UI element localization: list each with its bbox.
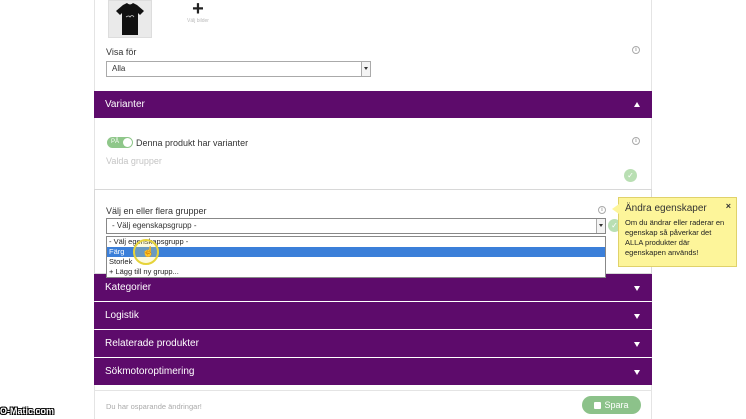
tooltip-title: Ändra egenskaper xyxy=(625,203,707,214)
section-varianter[interactable]: Varianter xyxy=(94,91,652,118)
product-image-thumbnail[interactable] xyxy=(108,0,152,38)
footer-divider xyxy=(94,390,652,391)
tshirt-icon xyxy=(116,3,144,35)
info-icon[interactable]: i xyxy=(632,46,640,54)
section-title: Logistik xyxy=(105,310,139,321)
visa-for-value: Alla xyxy=(112,64,126,73)
add-image-label: Välj bilder xyxy=(187,18,209,24)
selected-groups-label: Valda grupper xyxy=(106,156,162,166)
variants-toggle[interactable]: PÅ xyxy=(107,137,133,148)
unsaved-changes-text: Du har osparande ändringar! xyxy=(106,402,202,411)
section-relaterade-produkter[interactable]: Relaterade produkter xyxy=(94,330,652,357)
chevron-down-icon xyxy=(634,341,640,347)
chevron-down-icon xyxy=(634,313,640,319)
info-icon[interactable]: i xyxy=(598,206,606,214)
chevron-down-icon xyxy=(596,219,605,233)
save-button[interactable]: Spara xyxy=(582,396,641,414)
toggle-state: PÅ xyxy=(111,139,120,145)
chevron-down-icon xyxy=(634,285,640,291)
watermark: O-Matic.com xyxy=(0,406,55,416)
dropdown-option[interactable]: Storlek xyxy=(107,257,605,267)
toggle-knob xyxy=(123,138,132,147)
section-sokmotoroptimering[interactable]: Sökmotoroptimering xyxy=(94,358,652,385)
visa-for-label: Visa för xyxy=(106,47,137,57)
section-title: Kategorier xyxy=(105,282,152,293)
chevron-up-icon xyxy=(634,101,640,107)
dropdown-option[interactable]: + Lägg till ny grupp... xyxy=(107,267,605,277)
section-title: Relaterade produkter xyxy=(105,338,199,349)
hand-cursor-icon: ☝ xyxy=(142,247,155,258)
info-icon[interactable]: i xyxy=(632,137,640,145)
change-properties-tooltip: × Ändra egenskaper Om du ändrar eller ra… xyxy=(612,197,737,267)
tooltip-body: Om du ändrar eller raderar en egenskap s… xyxy=(625,218,725,257)
section-logistik[interactable]: Logistik xyxy=(94,302,652,329)
check-icon: ✓ xyxy=(624,169,637,182)
add-image-button[interactable]: + Välj bilder xyxy=(180,0,216,34)
dropdown-option-highlighted[interactable]: Färg xyxy=(107,247,605,257)
chevron-down-icon xyxy=(634,369,640,375)
group-dropdown-list: - Välj egenskapsgrupp - Färg Storlek + L… xyxy=(106,236,606,278)
dropdown-option[interactable]: - Välj egenskapsgrupp - xyxy=(107,237,605,247)
variants-toggle-label: Denna produkt har varianter xyxy=(136,138,249,148)
close-icon[interactable]: × xyxy=(726,201,731,211)
section-kategorier[interactable]: Kategorier xyxy=(94,274,652,301)
visa-for-select[interactable]: Alla xyxy=(106,61,371,77)
save-button-label: Spara xyxy=(604,400,629,410)
group-selector-label: Välj en eller flera grupper xyxy=(106,206,207,216)
chevron-down-icon xyxy=(361,62,370,76)
plus-icon: + xyxy=(192,0,204,20)
group-select-value: - Välj egenskapsgrupp - xyxy=(112,221,197,230)
section-varianter-title: Varianter xyxy=(105,99,145,110)
group-select[interactable]: - Välj egenskapsgrupp - xyxy=(106,218,606,234)
floppy-disk-icon xyxy=(594,402,602,409)
section-title: Sökmotoroptimering xyxy=(105,366,195,377)
